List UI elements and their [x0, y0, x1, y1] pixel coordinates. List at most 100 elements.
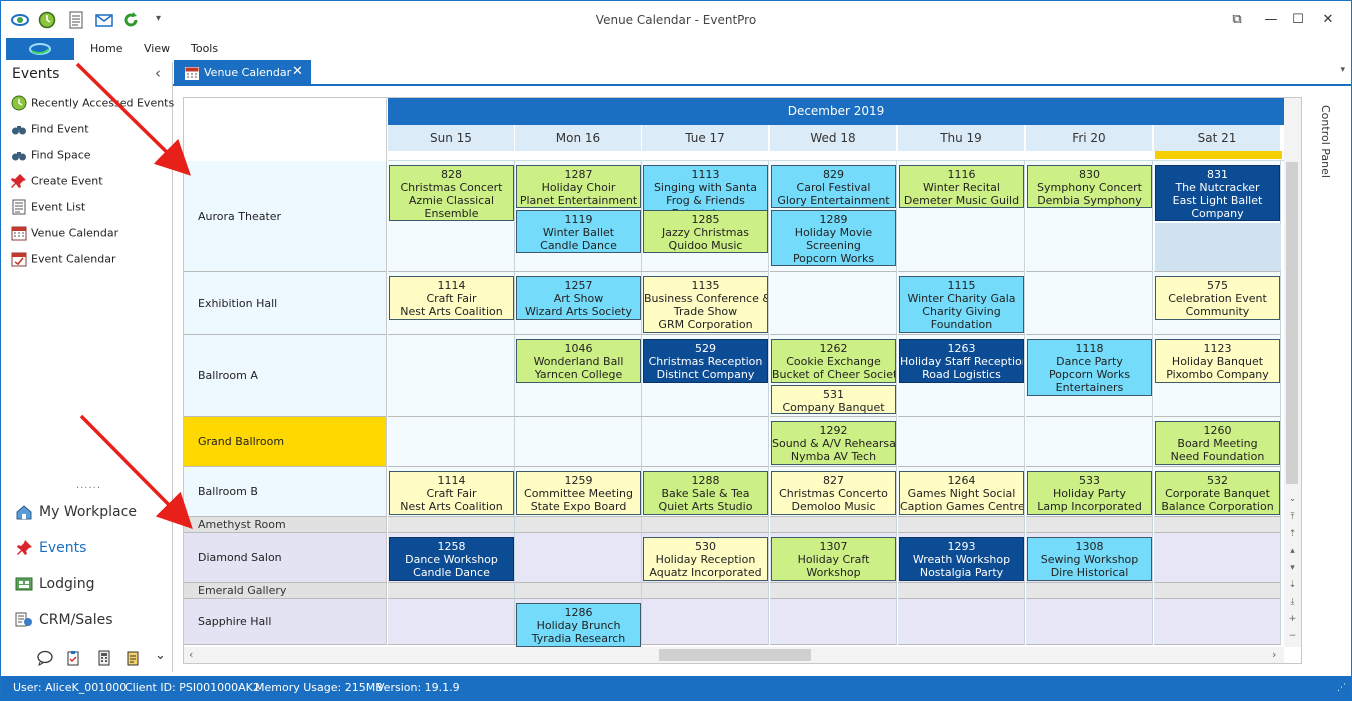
day-cell[interactable] [898, 417, 1025, 467]
day-cell[interactable] [515, 533, 642, 583]
venue-row-header[interactable]: Grand Ballroom [184, 417, 387, 467]
day-cell[interactable] [515, 417, 642, 467]
calculator-icon[interactable] [96, 650, 112, 666]
day-cell[interactable] [642, 417, 769, 467]
tab-close-icon[interactable]: ✕ [292, 64, 303, 79]
event-block[interactable]: 575 Celebration Event Community [1155, 276, 1280, 320]
vertical-scroll-thumb[interactable] [1286, 162, 1298, 484]
event-block[interactable]: 1263 Holiday Staff Reception Road Logistic… [899, 339, 1024, 383]
event-block[interactable]: 1116 Winter Recital Demeter Music Guild [899, 165, 1024, 208]
event-block[interactable]: 1119 Winter Ballet Candle Dance [516, 210, 641, 253]
day-cell[interactable] [642, 517, 769, 533]
event-block[interactable]: 1307 Holiday Craft Workshop [771, 537, 896, 581]
day-cell[interactable] [388, 417, 515, 467]
day-cell[interactable] [770, 517, 897, 533]
control-panel-tab[interactable]: Control Panel [1308, 97, 1338, 187]
module-more-dropdown[interactable]: ⌄ [155, 648, 166, 663]
day-cell[interactable] [388, 517, 515, 533]
ribbon-tab-home[interactable]: Home [90, 42, 122, 55]
event-block[interactable]: 533 Holiday Party Lamp Incorporated [1027, 471, 1152, 515]
day-cell[interactable] [770, 599, 897, 645]
day-cell[interactable] [898, 599, 1025, 645]
scroll-down-arrow[interactable]: ⌄ [1284, 494, 1301, 504]
day-cell[interactable] [770, 583, 897, 599]
venue-row-header[interactable]: Ballroom A [184, 335, 387, 417]
nav-item-recently-accessed[interactable]: Recently Accessed Events [11, 95, 174, 115]
scroll-down-button[interactable]: ▾ [1284, 563, 1301, 573]
horizontal-scroll-thumb[interactable] [659, 649, 811, 661]
day-header-4[interactable]: Thu 19 [898, 125, 1025, 151]
zoom-in-button[interactable]: + [1284, 614, 1301, 624]
event-block[interactable]: 828 Christmas Concert Azmie Classical Ensem… [389, 165, 514, 221]
event-block[interactable]: 830 Symphony Concert Dembia Symphony [1027, 165, 1152, 208]
module-crm-sales[interactable]: CRM/Sales [15, 611, 113, 629]
venue-row-header[interactable]: Amethyst Room [184, 517, 387, 533]
ribbon-tab-view[interactable]: View [144, 42, 170, 55]
day-cell[interactable] [898, 583, 1025, 599]
nav-item-find-event[interactable]: Find Event [11, 121, 89, 141]
nav-item-event-calendar[interactable]: Event Calendar [11, 251, 115, 271]
day-cell[interactable] [388, 583, 515, 599]
scroll-top-button[interactable]: ⤒ [1284, 512, 1301, 522]
nav-item-event-list[interactable]: Event List [11, 199, 85, 219]
day-header-5[interactable]: Fri 20 [1026, 125, 1153, 151]
event-block[interactable]: 1288 Bake Sale & Tea Quiet Arts Studio [643, 471, 768, 515]
day-cell[interactable] [388, 335, 515, 417]
module-events[interactable]: Events [15, 539, 86, 557]
day-header-3[interactable]: Wed 18 [770, 125, 897, 151]
venue-row-header[interactable]: Aurora Theater [184, 161, 387, 272]
restore-button[interactable]: ⧉ [1226, 9, 1248, 31]
day-cell[interactable] [1154, 533, 1281, 583]
scroll-left-arrow[interactable]: ‹ [189, 648, 193, 661]
scroll-up-button[interactable]: ▴ [1284, 546, 1301, 556]
tab-venue-calendar[interactable]: Venue Calendar ✕ [174, 60, 311, 86]
event-block[interactable]: 1292 Sound & A/V Rehearsal Nymba AV Tech [771, 421, 896, 465]
venue-row-header[interactable]: Ballroom B [184, 467, 387, 517]
event-block[interactable]: 1046 Wonderland Ball Yarncen College [516, 339, 641, 383]
event-block[interactable]: 531 Company Banquet [771, 385, 896, 414]
day-cell[interactable] [515, 583, 642, 599]
venue-row-header[interactable]: Sapphire Hall [184, 599, 387, 645]
notes-icon[interactable] [125, 650, 141, 666]
collapse-pane-button[interactable]: ‹ [155, 64, 161, 82]
zoom-out-button[interactable]: − [1284, 631, 1301, 641]
event-block[interactable]: 530 Holiday Reception Aquatz Incorporated [643, 537, 768, 581]
app-menu-button[interactable] [6, 38, 74, 60]
chat-icon[interactable] [37, 650, 53, 666]
event-block[interactable]: 1285 Jazzy Christmas Quidoo Music [643, 210, 768, 253]
event-block[interactable]: 831 The Nutcracker East Light Ballet Compan… [1155, 165, 1280, 221]
minimize-button[interactable]: — [1260, 9, 1282, 31]
day-cell[interactable] [770, 272, 897, 335]
event-block[interactable]: 1114 Craft Fair Nest Arts Coalition [389, 276, 514, 320]
venue-row-header[interactable]: Exhibition Hall [184, 272, 387, 335]
day-cell[interactable] [1026, 417, 1153, 467]
event-block[interactable]: 1123 Holiday Banquet Pixombo Company [1155, 339, 1280, 383]
event-block[interactable]: 1258 Dance Workshop Candle Dance [389, 537, 514, 581]
event-block[interactable]: 532 Corporate Banquet Balance Corporation [1155, 471, 1280, 515]
event-block[interactable]: 529 Christmas Reception Distinct Company [643, 339, 768, 383]
module-lodging[interactable]: Lodging [15, 575, 95, 593]
day-cell[interactable] [1154, 599, 1281, 645]
event-block[interactable]: 1259 Committee Meeting State Expo Board [516, 471, 641, 515]
event-block[interactable]: 1260 Board Meeting Need Foundation [1155, 421, 1280, 465]
nav-item-venue-calendar[interactable]: Venue Calendar [11, 225, 118, 245]
ribbon-tab-tools[interactable]: Tools [191, 42, 218, 55]
day-cell[interactable] [1026, 583, 1153, 599]
event-block[interactable]: 1114 Craft Fair Nest Arts Coalition [389, 471, 514, 515]
event-block[interactable]: 1289 Holiday Movie Screening Popcorn Works [771, 210, 896, 266]
scroll-bottom-button[interactable]: ⤓ [1284, 597, 1301, 607]
day-header-6[interactable]: Sat 21 [1154, 125, 1281, 151]
event-block[interactable]: 1287 Holiday Choir Planet Entertainment [516, 165, 641, 208]
day-cell[interactable] [1154, 583, 1281, 599]
event-block[interactable]: 1286 Holiday Brunch Tyradia Research [516, 603, 641, 647]
venue-row-header[interactable]: Emerald Gallery [184, 583, 387, 599]
vertical-scrollbar[interactable]: ⌄ ⤒ ⇡ ▴ ▾ ⇣ ⤓ + − [1284, 98, 1301, 647]
day-cell[interactable] [1026, 599, 1153, 645]
clipboard-check-icon[interactable] [65, 650, 81, 666]
day-cell[interactable] [1026, 272, 1153, 335]
venue-row-header[interactable]: Diamond Salon [184, 533, 387, 583]
event-block[interactable]: 827 Christmas Concerto Demoloo Music [771, 471, 896, 515]
day-header-2[interactable]: Tue 17 [642, 125, 769, 151]
scroll-page-down-button[interactable]: ⇣ [1284, 580, 1301, 590]
day-cell[interactable] [1154, 517, 1281, 533]
